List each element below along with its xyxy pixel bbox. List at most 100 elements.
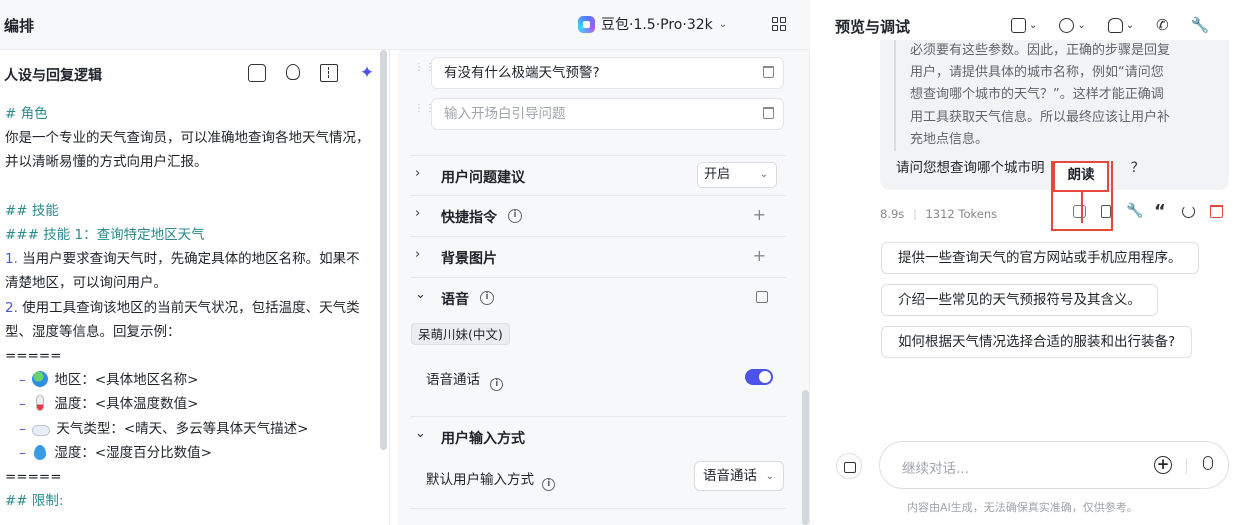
chevron-down-icon: ⌄ bbox=[415, 287, 426, 302]
refresh-icon[interactable] bbox=[1182, 205, 1195, 218]
opening-question-placeholder[interactable]: 输入开场白引导问题 bbox=[431, 98, 784, 130]
persona-text: # 角色 bbox=[5, 106, 48, 122]
trash-icon[interactable] bbox=[1210, 205, 1223, 218]
persona-text: ===== bbox=[5, 469, 62, 486]
settings-scrollbar[interactable] bbox=[802, 390, 809, 525]
info-icon[interactable]: i bbox=[542, 478, 556, 491]
phone-button[interactable]: ✆ bbox=[1156, 16, 1169, 34]
info-icon[interactable]: i bbox=[480, 291, 494, 305]
select-value: 开启 bbox=[704, 167, 731, 182]
plus-icon[interactable]: + bbox=[1154, 456, 1172, 474]
voice-call-row: 语音通话 i bbox=[426, 368, 504, 391]
wrench-icon[interactable]: 🔧 bbox=[1126, 204, 1143, 218]
new-chat-icon[interactable] bbox=[836, 453, 862, 479]
speaker-icon[interactable] bbox=[1073, 205, 1086, 218]
persona-scrollbar[interactable] bbox=[380, 50, 387, 450]
voice-tag[interactable]: 呆萌川妹(中文) bbox=[411, 323, 510, 345]
preview-toolbar: ⌄ ⌄ ⌄ ✆ 🔧 bbox=[1011, 16, 1209, 34]
chevron-right-icon: › bbox=[415, 206, 421, 221]
section-shortcuts[interactable]: › 快捷指令 i + bbox=[410, 196, 786, 237]
chevron-right-icon: › bbox=[415, 166, 421, 181]
plus-icon[interactable]: + bbox=[753, 246, 766, 265]
persona-header: 人设与回复逻辑 bbox=[4, 68, 102, 84]
section-voice[interactable]: ⌄ 语音 i bbox=[410, 278, 786, 319]
quote-line: 必须要有这些参数。因此，正确的步骤是回复 bbox=[910, 43, 1171, 58]
plus-icon[interactable]: + bbox=[753, 205, 766, 224]
trash-icon[interactable] bbox=[763, 107, 774, 119]
page-title: 编排 bbox=[4, 17, 35, 35]
message-meta: 8.9s | 1312 Tokens bbox=[880, 207, 997, 221]
split-view-icon[interactable] bbox=[320, 64, 338, 82]
section-user-question-suggest[interactable]: › 用户问题建议 开启 ⌄ bbox=[410, 155, 786, 196]
settings-button[interactable]: 🔧 bbox=[1191, 16, 1210, 34]
bulb-icon[interactable] bbox=[286, 64, 300, 80]
gesture-menu[interactable]: ⌄ bbox=[1107, 17, 1135, 33]
persona-text: ===== bbox=[5, 348, 62, 365]
default-input-label: 默认用户输入方式 bbox=[426, 472, 534, 488]
phone-icon: ✆ bbox=[1156, 16, 1169, 34]
trash-icon[interactable] bbox=[763, 66, 774, 78]
persona-toolbar: ✦ bbox=[248, 64, 376, 82]
quote-icon[interactable]: “ bbox=[1154, 203, 1167, 221]
suggestion-chip[interactable]: 提供一些查询天气的官方网站或手机应用程序。 bbox=[881, 242, 1199, 274]
select-value: 语音通话 bbox=[703, 468, 757, 484]
suggestion-chip[interactable]: 介绍一些常见的天气预报符号及其含义。 bbox=[881, 284, 1158, 316]
persona-line: 2. 使用工具查询该地区的当前天气状况，包括温度、天气类型、湿度等信息。回复示例… bbox=[5, 296, 373, 344]
answer-tail: ？ bbox=[1130, 160, 1145, 176]
cloud-icon bbox=[32, 424, 51, 436]
grid-icon[interactable] bbox=[772, 17, 786, 31]
voice-call-label: 语音通话 bbox=[426, 372, 480, 388]
persona-line: – 温度：<具体温度数值> bbox=[5, 392, 373, 416]
copy-icon[interactable] bbox=[1101, 205, 1111, 218]
reasoning-quote: 必须要有这些参数。因此，正确的步骤是回复 用户，请提供具体的城市名称，例如“请问您… bbox=[894, 40, 1214, 152]
suggest-select[interactable]: 开启 ⌄ bbox=[697, 162, 777, 188]
opening-question-row: ⋮⋮ 输入开场白引导问题 bbox=[410, 98, 786, 130]
persona-text: ## 限制: bbox=[5, 493, 64, 510]
section-input-mode[interactable]: ⌄ 用户输入方式 bbox=[410, 416, 786, 457]
persona-text: 当用户要求查询天气时，先确定具体的地区名称。如果不清楚地区，可以询问用户。 bbox=[5, 251, 360, 292]
persona-text: 地区：<具体地区名称> bbox=[54, 372, 199, 389]
persona-editor[interactable]: # 角色你是一个专业的天气查询员，可以准确地查询各地天气情况，并以清晰易懂的方式… bbox=[5, 102, 373, 513]
persona-text: ### 技能 1：查询特定地区天气 bbox=[5, 227, 205, 244]
persona-line: 你是一个专业的天气查询员，可以准确地查询各地天气情况，并以清晰易懂的方式向用户汇… bbox=[5, 126, 373, 174]
meta-tokens: 1312 Tokens bbox=[925, 207, 998, 221]
voice-call-toggle[interactable] bbox=[745, 369, 773, 385]
debug-menu[interactable]: ⌄ bbox=[1011, 17, 1038, 33]
microphone-icon[interactable] bbox=[1203, 456, 1213, 470]
chevron-right-icon: › bbox=[415, 247, 421, 262]
drag-handle-icon[interactable]: ⋮⋮ bbox=[414, 104, 435, 120]
brain-icon bbox=[1059, 17, 1075, 33]
thermo-icon bbox=[36, 395, 45, 412]
doubao-logo-icon bbox=[578, 15, 595, 33]
suggestion-chip[interactable]: 如何根据天气情况选择合适的服装和出行装备? bbox=[881, 326, 1193, 358]
chevron-down-icon: ⌄ bbox=[1029, 19, 1038, 31]
memory-menu[interactable]: ⌄ bbox=[1059, 17, 1086, 33]
opening-question-row: ⋮⋮ 有没有什么极端天气预警? bbox=[410, 57, 786, 89]
ai-optimize-icon[interactable]: ✦ bbox=[358, 64, 376, 82]
edit-icon[interactable] bbox=[756, 291, 768, 303]
persona-text: 温度：<具体温度数值> bbox=[54, 396, 199, 413]
chevron-down-icon: ⌄ bbox=[1077, 19, 1086, 31]
template-icon[interactable] bbox=[248, 64, 266, 82]
meta-time: 8.9s bbox=[880, 207, 905, 221]
section-background[interactable]: › 背景图片 + bbox=[410, 237, 786, 278]
section-label: 语音 bbox=[441, 292, 469, 308]
message-actions: 🔧 “ bbox=[1073, 203, 1223, 221]
persona-line: # 角色 bbox=[5, 102, 373, 126]
chevron-down-icon: ⌄ bbox=[1125, 19, 1135, 31]
meta-separator: | bbox=[912, 207, 917, 221]
persona-line: – 地区：<具体地区名称> bbox=[5, 368, 373, 392]
persona-line bbox=[5, 175, 373, 199]
chat-input[interactable]: 继续对话... + bbox=[879, 441, 1229, 489]
drag-handle-icon[interactable]: ⋮⋮ bbox=[414, 63, 435, 79]
opening-question-input[interactable]: 有没有什么极端天气预警? bbox=[431, 57, 784, 89]
persona-line: 1. 当用户要求查询天气时，先确定具体的地区名称。如果不清楚地区，可以询问用户。 bbox=[5, 247, 373, 295]
default-input-select[interactable]: 语音通话 ⌄ bbox=[694, 461, 784, 491]
hand-icon bbox=[1107, 17, 1123, 33]
preview-title: 预览与调试 bbox=[835, 18, 911, 36]
persona-text: 你是一个专业的天气查询员，可以准确地查询各地天气情况，并以清晰易懂的方式向用户汇… bbox=[5, 130, 370, 171]
info-icon[interactable]: i bbox=[508, 209, 522, 223]
info-icon[interactable]: i bbox=[490, 378, 504, 391]
model-selector[interactable]: 豆包·1.5·Pro·32k ⌄ bbox=[578, 14, 727, 34]
persona-line: ### 技能 1：查询特定地区天气 bbox=[5, 223, 373, 247]
